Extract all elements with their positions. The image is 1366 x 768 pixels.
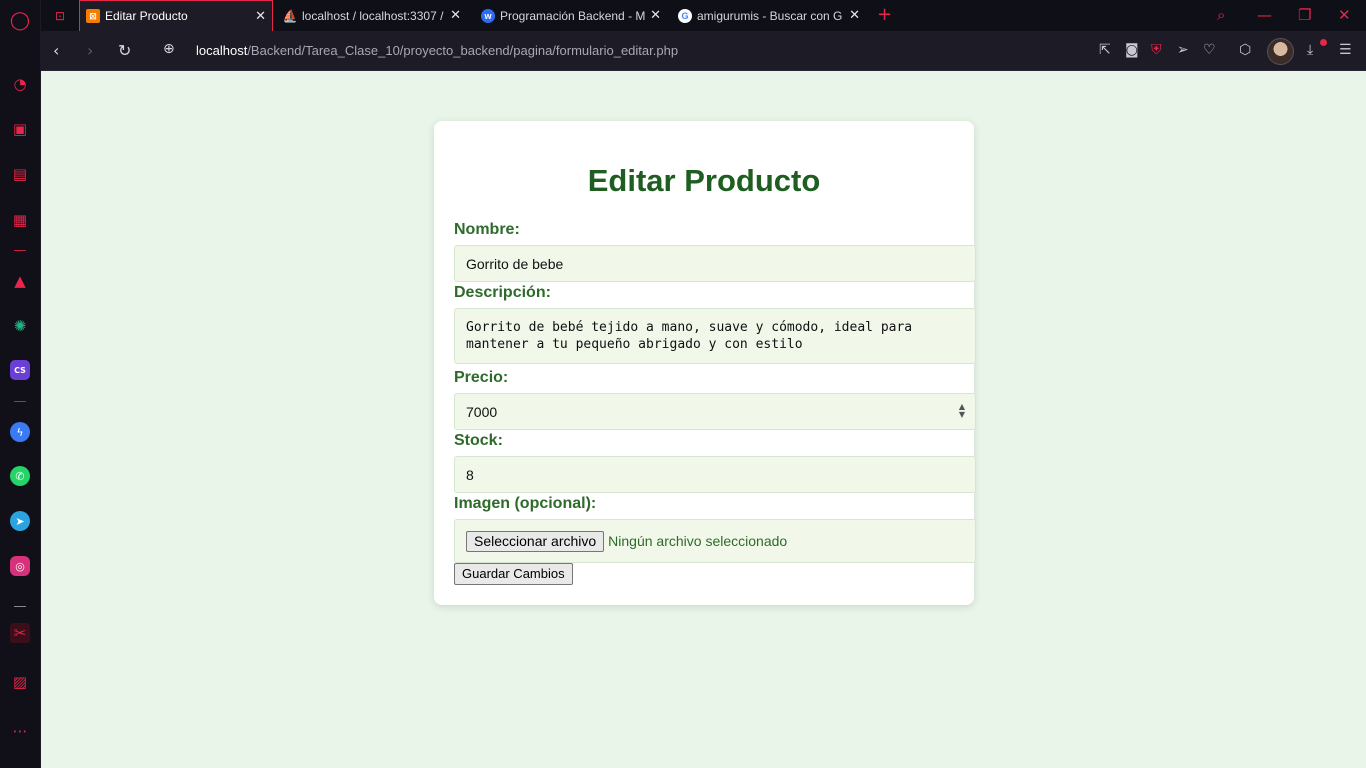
precio-label: Precio: — [454, 369, 509, 386]
sidebar-divider — [14, 401, 26, 402]
aria-icon[interactable]: ▲ — [10, 271, 30, 291]
nombre-label: Nombre: — [454, 221, 520, 238]
opera-logo-icon[interactable]: ◯ — [10, 10, 30, 31]
browser-sidebar: ◯ ◔ ▣ ▤ ▦ ▲ ✺ CS ϟ ✆ ➤ ◎ ✂ ▨ ⋯ — [0, 0, 41, 768]
save-changes-button[interactable]: Guardar Cambios — [454, 563, 573, 585]
site-info-icon[interactable]: ⊕ — [163, 41, 175, 57]
url-field[interactable]: localhost/Backend/Tarea_Clase_10/proyect… — [196, 43, 678, 58]
address-bar: ‹ › ↻ ⊕ localhost/Backend/Tarea_Clase_10… — [41, 31, 1366, 71]
more-icon[interactable]: ⋯ — [10, 721, 30, 741]
whatsapp-icon[interactable]: ✆ — [10, 466, 30, 486]
tab-amigurumis[interactable]: G amigurumis - Buscar con G ✕ — [672, 0, 866, 31]
twitch-icon[interactable]: ▤ — [10, 164, 30, 184]
camera-icon[interactable]: ◙ — [1125, 42, 1139, 58]
tab-phpmyadmin[interactable]: ⛵ localhost / localhost:3307 / ✕ — [277, 0, 467, 31]
forward-icon[interactable]: › — [87, 41, 93, 60]
number-spinner-icon[interactable]: ▲ ▼ — [959, 403, 965, 419]
descripcion-label: Descripción: — [454, 284, 551, 301]
player-icon[interactable]: ✂ — [10, 623, 30, 643]
tab-title: Programación Backend - M — [500, 8, 646, 23]
close-icon[interactable]: ✕ — [650, 8, 661, 23]
instagram-icon[interactable]: ◎ — [10, 556, 30, 576]
cs-icon[interactable]: CS — [10, 360, 30, 380]
tab-title: amigurumis - Buscar con G — [697, 8, 843, 23]
page-title: Editar Producto — [587, 163, 821, 198]
new-tab-button[interactable]: + — [877, 4, 892, 25]
share-icon[interactable]: ⇱ — [1099, 42, 1111, 58]
url-path: /Backend/Tarea_Clase_10/proyecto_backend… — [247, 43, 679, 58]
page-content: Editar Producto Nombre: Gorrito de bebe … — [41, 71, 1366, 768]
imagen-file-input: Seleccionar archivo Ningún archivo selec… — [454, 519, 976, 563]
download-badge — [1320, 39, 1327, 46]
avatar[interactable] — [1267, 38, 1294, 65]
precio-input[interactable]: 7000 ▲ ▼ — [454, 393, 976, 430]
minimize-icon[interactable]: — — [1257, 6, 1272, 24]
tab-editar-producto[interactable]: ⊠ Editar Producto ✕ — [79, 0, 273, 31]
chatgpt-icon[interactable]: ✺ — [10, 316, 30, 336]
cube-icon[interactable]: ⬡ — [1239, 42, 1251, 58]
reload-icon[interactable]: ↻ — [118, 41, 131, 60]
search-tabs-icon[interactable]: ⌕ — [1217, 6, 1225, 24]
tab-title: localhost / localhost:3307 / — [302, 8, 444, 23]
xampp-icon: ⊠ — [86, 9, 100, 23]
download-icon[interactable]: ⤓ — [1307, 42, 1313, 58]
cs-icon-label: CS — [14, 365, 26, 375]
select-file-button[interactable]: Seleccionar archivo — [466, 530, 605, 552]
close-window-icon[interactable]: ✕ — [1338, 6, 1351, 24]
speed-dial-icon[interactable]: ◔ — [10, 74, 30, 94]
file-status-text: Ningún archivo seleccionado — [608, 533, 788, 549]
gx-corner-icon[interactable]: ⊡ — [49, 0, 77, 31]
adblock-shield-icon[interactable]: ⛨ — [1151, 42, 1162, 58]
stock-label: Stock: — [454, 432, 503, 449]
stock-input[interactable]: 8 — [454, 456, 976, 493]
gallery-icon[interactable]: ▨ — [10, 672, 30, 692]
telegram-icon[interactable]: ➤ — [10, 511, 30, 531]
nombre-input[interactable]: Gorrito de bebe — [454, 245, 976, 282]
send-icon[interactable]: ➢ — [1177, 42, 1189, 58]
restore-icon[interactable]: ❐ — [1298, 6, 1311, 24]
extensions-icon[interactable]: ▦ — [10, 210, 30, 230]
easy-setup-icon[interactable]: ☰ — [1339, 42, 1352, 58]
phpmyadmin-icon: ⛵ — [282, 8, 298, 23]
back-icon[interactable]: ‹ — [53, 41, 59, 60]
messenger-icon[interactable]: ϟ — [10, 422, 30, 442]
descripcion-textarea[interactable]: Gorrito de bebé tejido a mano, suave y c… — [454, 308, 976, 364]
sidebar-divider — [14, 250, 26, 251]
imagen-label: Imagen (opcional): — [454, 495, 597, 512]
tab-bar: ⊡ ⊠ Editar Producto ✕ ⛵ localhost / loca… — [41, 0, 1366, 31]
heart-icon[interactable]: ♡ — [1203, 42, 1216, 58]
tab-programacion-backend[interactable]: w Programación Backend - M ✕ — [475, 0, 667, 31]
close-icon[interactable]: ✕ — [255, 9, 266, 24]
edit-form-card: Editar Producto Nombre: Gorrito de bebe … — [434, 121, 976, 605]
precio-value: 7000 — [466, 403, 498, 420]
close-icon[interactable]: ✕ — [849, 8, 860, 23]
url-host: localhost — [196, 43, 248, 58]
bag-icon[interactable]: ▣ — [10, 119, 30, 139]
sidebar-divider — [14, 606, 26, 607]
google-icon: G — [678, 8, 692, 23]
close-icon[interactable]: ✕ — [450, 8, 461, 23]
webex-icon: w — [481, 8, 495, 23]
tab-title: Editar Producto — [105, 9, 188, 23]
